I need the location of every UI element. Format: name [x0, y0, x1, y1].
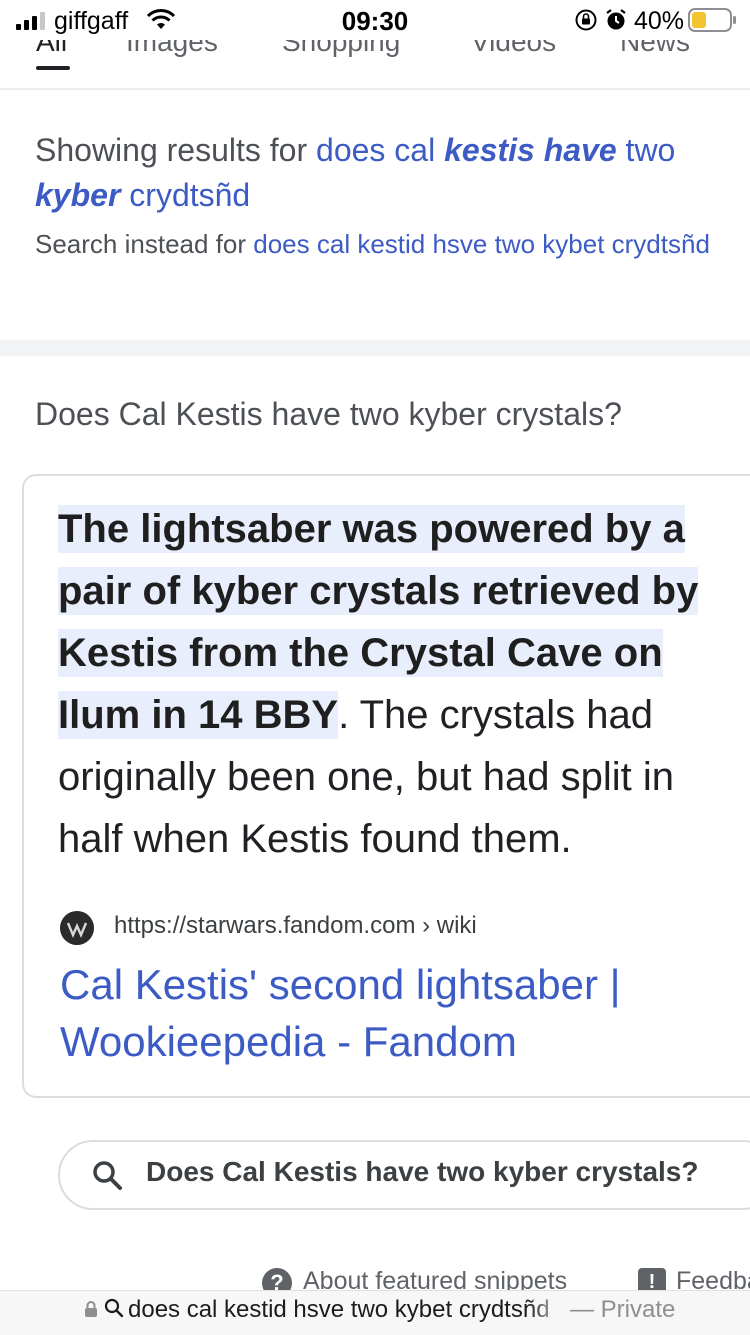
search-icon: [104, 1298, 124, 1318]
snippet-footer: ? About featured snippets ! Feedback: [0, 1262, 750, 1292]
related-search-text[interactable]: Does Cal Kestis have two kyber crystals?: [146, 1156, 698, 1188]
feedback-link[interactable]: Feedback: [676, 1267, 750, 1292]
search-instead-label: Search instead for: [35, 229, 247, 259]
private-mode-label: — Private: [570, 1296, 676, 1323]
corrected-query-link[interactable]: does cal kestis have two: [316, 132, 675, 168]
active-tab-indicator: [36, 66, 70, 70]
about-featured-snippets-link[interactable]: About featured snippets: [303, 1267, 567, 1292]
original-query-link[interactable]: does cal kestid hsve two kybet crydtsñd: [253, 229, 710, 259]
divider: [0, 88, 750, 90]
snippet-answer: The lightsaber was powered by a pair of …: [58, 498, 748, 870]
alarm-icon: [606, 9, 626, 30]
rotation-lock-icon: [575, 9, 597, 31]
corrected-query-emphasis: kyber: [35, 177, 121, 213]
showing-results-line-2: kyber crydtsñd: [35, 173, 750, 218]
battery-percentage: 40%: [634, 7, 685, 35]
feedback-icon: !: [638, 1268, 666, 1292]
corrected-query-part: does cal: [316, 132, 445, 168]
corrected-query-part: two: [616, 132, 676, 168]
address-text-fade: [528, 1294, 568, 1328]
corrected-query-emphasis: kestis have: [444, 132, 617, 168]
status-bar: giffgaff 09:30 40%: [0, 0, 750, 40]
section-separator: [0, 340, 750, 356]
spelling-correction: Showing results for does cal kestis have…: [35, 128, 750, 266]
snippet-question: Does Cal Kestis have two kyber crystals?: [35, 396, 622, 432]
search-instead-line: Search instead for does cal kestid hsve …: [35, 222, 750, 266]
corrected-query-link-cont[interactable]: kyber crydtsñd: [35, 177, 250, 213]
corrected-query-part: crydtsñd: [120, 177, 251, 213]
site-favicon-icon: [60, 911, 94, 945]
source-url: https://starwars.fandom.com › wiki: [114, 912, 477, 939]
search-icon: [93, 1161, 122, 1190]
help-icon: ?: [262, 1268, 292, 1292]
battery-icon: [688, 8, 736, 32]
showing-results-label: Showing results for: [35, 132, 308, 168]
lock-icon: [85, 1301, 97, 1317]
showing-results-line: Showing results for does cal kestis have…: [35, 128, 750, 173]
source-title-link[interactable]: Cal Kestis' second lightsaber | Wookieep…: [60, 956, 710, 1070]
address-bar-query[interactable]: does cal kestid hsve two kybet crydtsñd: [128, 1296, 568, 1324]
